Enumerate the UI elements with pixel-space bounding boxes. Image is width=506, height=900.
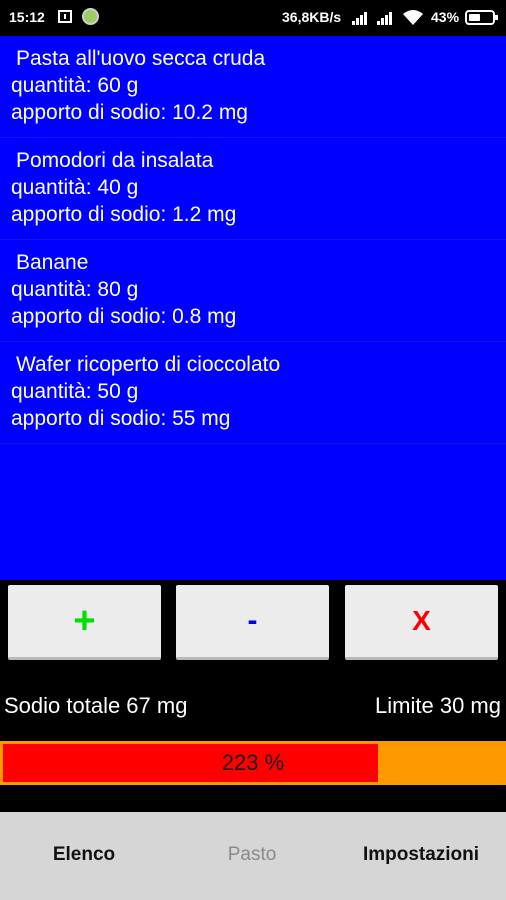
food-name: Wafer ricoperto di cioccolato [16,353,281,376]
wifi-icon [403,10,423,25]
food-sodium: apporto di sodio: 0.8 mg [11,305,237,328]
total-sodium: Sodio totale 67 mg [4,693,188,718]
remove-button[interactable]: - [176,585,329,660]
sodium-progress-bar: 223 % [0,741,506,785]
sodium-limit: Limite 30 mg [375,693,501,718]
list-item[interactable]: Wafer ricoperto di cioccolato quantità: … [0,342,506,444]
progress-label: 223 % [221,750,285,775]
battery-icon [465,10,498,25]
food-quantity: quantità: 80 g [11,278,139,301]
bottom-nav: Elenco Pasto Impostazioni [0,812,506,900]
food-quantity: quantità: 50 g [11,380,139,403]
list-item[interactable]: Banane quantità: 80 g apporto di sodio: … [0,240,506,342]
food-sodium: apporto di sodio: 1.2 mg [11,203,237,226]
clear-button[interactable]: X [345,585,498,660]
tab-impostazioni[interactable]: Impostazioni [336,812,506,900]
battery-percent: 43% [431,9,460,25]
food-name: Pasta all'uovo secca cruda [16,47,266,70]
food-list[interactable]: Pasta all'uovo secca cruda quantità: 60 … [0,36,506,580]
signal-icon [352,11,370,25]
signal-icon [377,11,395,25]
app-icon [82,8,99,25]
status-time: 15:12 [9,9,45,25]
status-bar: 15:12 36,8KB/s 43% [0,0,506,36]
food-name: Banane [16,251,89,274]
tab-pasto[interactable]: Pasto [168,812,336,900]
network-speed: 36,8KB/s [282,9,342,25]
tab-elenco[interactable]: Elenco [0,812,168,900]
notification-icon [58,10,72,23]
add-button[interactable]: + [8,585,161,660]
food-sodium: apporto di sodio: 55 mg [11,407,231,430]
food-quantity: quantità: 40 g [11,176,139,199]
food-quantity: quantità: 60 g [11,74,139,97]
list-item[interactable]: Pasta all'uovo secca cruda quantità: 60 … [0,36,506,138]
food-name: Pomodori da insalata [16,149,214,172]
list-item[interactable]: Pomodori da insalata quantità: 40 g appo… [0,138,506,240]
food-sodium: apporto di sodio: 10.2 mg [11,101,248,124]
